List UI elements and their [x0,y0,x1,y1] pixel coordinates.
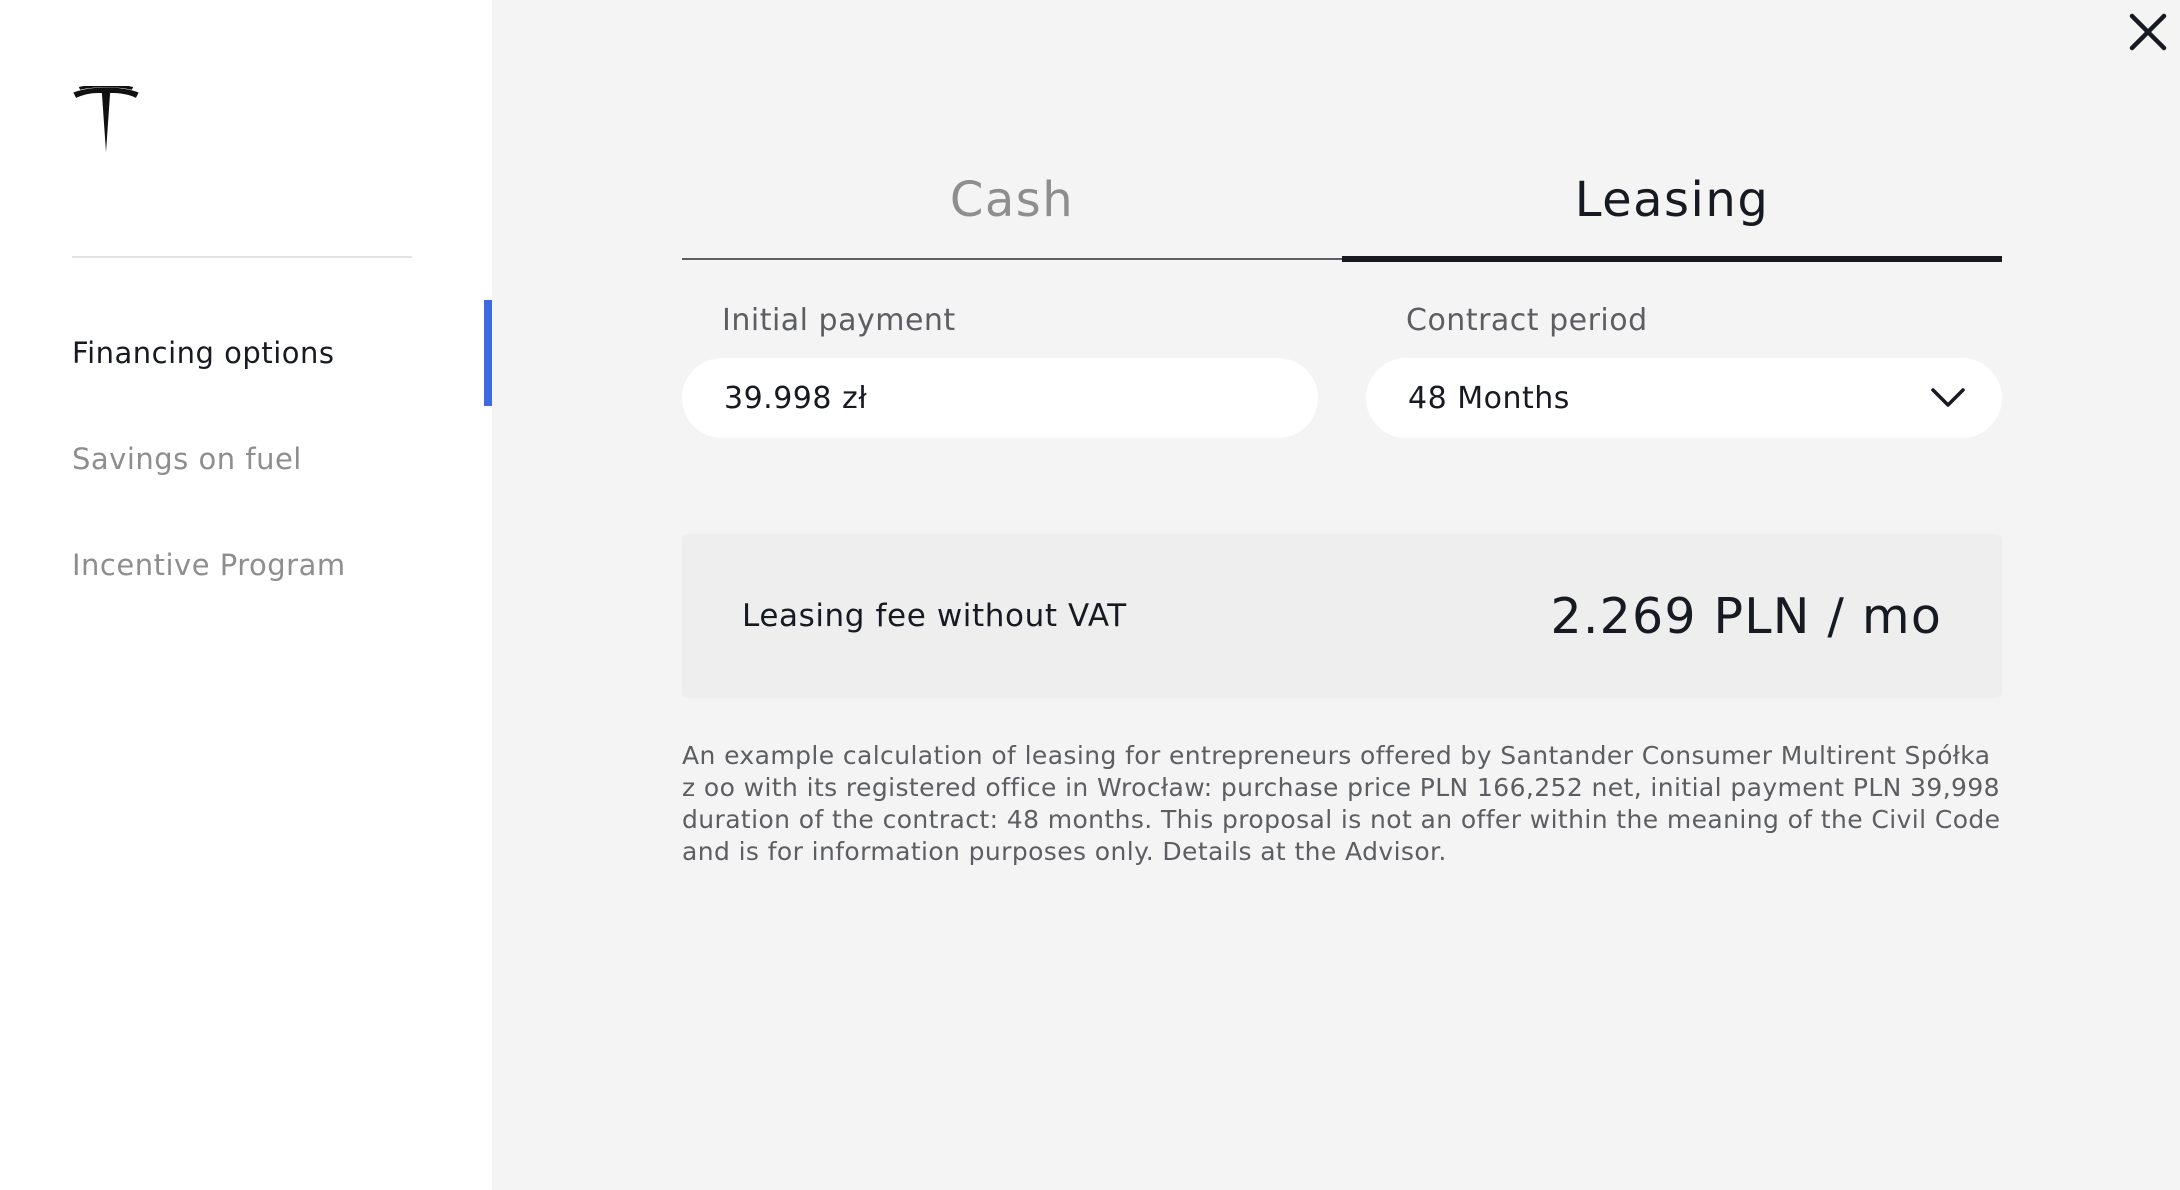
close-icon [2129,13,2167,51]
leasing-disclaimer: An example calculation of leasing for en… [682,741,2001,866]
tab-label: Cash [949,172,1075,228]
tab-cash[interactable]: Cash [682,150,1342,258]
initial-payment-value: 39.998 zł [724,380,868,416]
tab-label: Leasing [1574,172,1770,228]
payment-tabs: Cash Leasing [682,150,2002,262]
leasing-fee-label: Leasing fee without VAT [742,598,1127,634]
sidebar-item-label: Financing options [72,336,335,370]
sidebar-item-label: Savings on fuel [72,442,302,476]
leasing-fee-summary: Leasing fee without VAT 2.269 PLN / mo [682,534,2002,698]
tab-leasing[interactable]: Leasing [1342,150,2002,262]
sidebar-divider [72,256,412,258]
initial-payment-label: Initial payment [722,303,956,338]
contract-period-select[interactable]: 48 Months [1366,358,2002,438]
initial-payment-input[interactable]: 39.998 zł [682,358,1318,438]
close-button[interactable] [2126,10,2170,54]
leasing-fee-value: 2.269 PLN / mo [1550,587,1942,645]
sidebar: Financing options Savings on fuel Incent… [0,0,492,1190]
chevron-down-icon [1931,388,1965,407]
sidebar-item-label: Incentive Program [72,548,346,582]
sidebar-item-savings-on-fuel[interactable]: Savings on fuel [0,406,492,512]
contract-period-value: 48 Months [1408,380,1570,416]
sidebar-item-financing-options[interactable]: Financing options [0,300,492,406]
sidebar-nav: Financing options Savings on fuel Incent… [0,300,492,618]
tesla-logo[interactable] [72,86,140,156]
contract-period-label: Contract period [1406,303,1648,338]
sidebar-item-incentive-program[interactable]: Incentive Program [0,512,492,618]
